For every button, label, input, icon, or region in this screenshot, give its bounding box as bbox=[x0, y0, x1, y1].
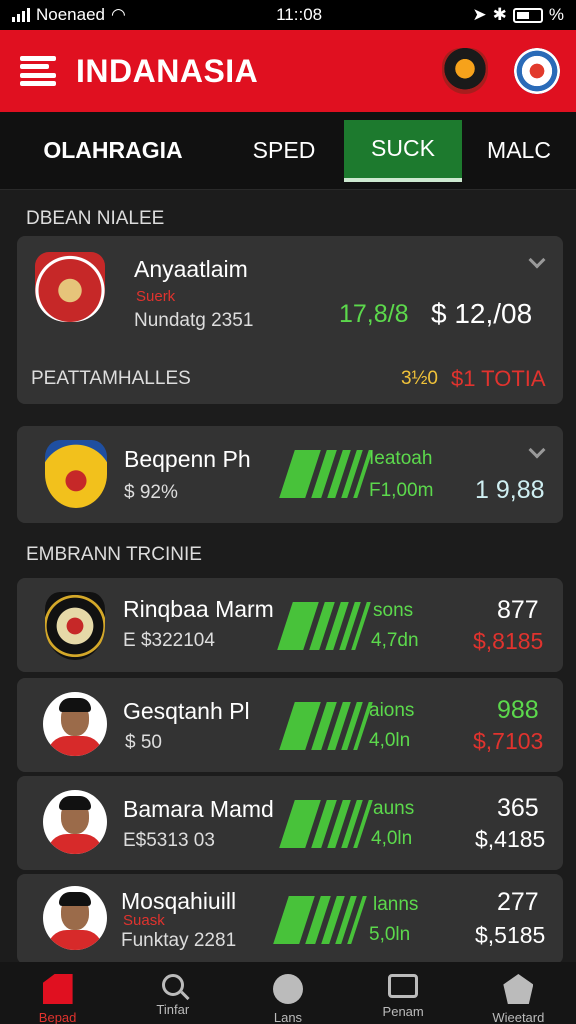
section-title-second: EMBRANN TRCINIE bbox=[26, 544, 202, 565]
tv-icon bbox=[388, 974, 419, 998]
nav-label: Lans bbox=[273, 1010, 303, 1024]
club-crest-icon bbox=[45, 440, 107, 508]
search-icon bbox=[161, 974, 184, 996]
clock-icon bbox=[272, 974, 303, 1004]
match-value: 1 9,88 bbox=[475, 476, 545, 504]
bluetooth-icon: ✱ bbox=[492, 5, 507, 24]
match-card[interactable]: Beqpenn Ph $ 92% Ieatoah F1,00m 1 9,88 bbox=[17, 426, 563, 523]
match-value: 17,8/8 bbox=[339, 300, 409, 328]
location-icon: ➤ bbox=[472, 5, 487, 24]
match-label-a: Ieatoah bbox=[369, 448, 433, 469]
match-footer-b: $1 TOTIA bbox=[451, 366, 546, 391]
club-badge-icon[interactable] bbox=[442, 48, 488, 94]
match-date: Nundatg 2351 bbox=[134, 310, 254, 331]
form-stripes bbox=[273, 896, 367, 944]
tab-suck[interactable]: SUCK bbox=[344, 119, 462, 182]
list-item[interactable]: Rinqbaa Marm E $322104 sons 4,7dn 877 $,… bbox=[17, 578, 563, 672]
nav-label: Penam bbox=[382, 1004, 424, 1019]
nav-label: Wieetard bbox=[492, 1010, 545, 1024]
match-tag: Suerk bbox=[136, 288, 176, 305]
player-score: 988 bbox=[497, 696, 539, 724]
battery-label: % bbox=[548, 5, 564, 24]
tab-sped[interactable]: SPED bbox=[226, 120, 342, 182]
form-stripes bbox=[279, 450, 373, 498]
match-price: $ 12,/08 bbox=[431, 298, 533, 329]
player-label-a: lanns bbox=[373, 894, 419, 915]
player-sub: E $322104 bbox=[123, 630, 215, 651]
match-name: Beqpenn Ph bbox=[124, 446, 251, 472]
player-label-b: 4,7dn bbox=[371, 630, 419, 651]
status-bar: Noenaed ◠ 11::08 ➤ ✱ % bbox=[0, 0, 576, 30]
player-score: 277 bbox=[497, 888, 539, 916]
section-title-first: DBEAN NIALEE bbox=[26, 208, 165, 229]
app-bar: INDANASIA bbox=[0, 30, 576, 112]
form-stripes bbox=[279, 702, 373, 750]
match-label-b: F1,00m bbox=[369, 480, 434, 501]
signal-icon bbox=[12, 8, 30, 22]
player-price: $,7103 bbox=[473, 728, 544, 754]
player-tag: Suask bbox=[123, 912, 165, 929]
player-price: $,8185 bbox=[473, 628, 544, 654]
list-item[interactable]: Mosqahiuill Suask Funktay 2281 lanns 5,0… bbox=[17, 874, 563, 964]
nav-item-tinfar[interactable]: Tinfar bbox=[123, 974, 223, 1017]
match-footer-a: 3½0 bbox=[401, 368, 438, 389]
player-sub: Funktay 2281 bbox=[121, 930, 237, 951]
nav-item-penam[interactable]: Penam bbox=[353, 974, 453, 1019]
wifi-icon: ◠ bbox=[111, 5, 126, 24]
match-sub: $ 92% bbox=[124, 482, 178, 503]
form-stripes bbox=[279, 800, 373, 848]
player-score: 365 bbox=[497, 794, 539, 822]
player-label-b: 4,0ln bbox=[369, 730, 411, 751]
list-item[interactable]: Gesqtanh Pl $ 50 aions 4,0ln 988 $,7103 bbox=[17, 678, 563, 772]
player-name: Mosqahiuill bbox=[121, 888, 237, 914]
clock: 11::08 bbox=[276, 5, 323, 24]
list-item[interactable]: Bamara Mamd E$5313 03 auns 4,0ln 365 $,4… bbox=[17, 776, 563, 870]
avatar bbox=[43, 790, 107, 854]
club-crest-icon bbox=[45, 592, 105, 660]
player-score: 877 bbox=[497, 596, 539, 624]
battery-icon bbox=[512, 7, 543, 23]
tab-olahragia[interactable]: OLAHRAGIA bbox=[0, 120, 226, 182]
app-title: INDANASIA bbox=[76, 52, 259, 89]
chevron-down-icon[interactable] bbox=[528, 441, 546, 459]
nav-item-bepad[interactable]: Bepad bbox=[8, 974, 108, 1024]
player-price: $,5185 bbox=[475, 922, 546, 948]
match-name: Anyaatlaim bbox=[134, 256, 248, 282]
menu-icon[interactable] bbox=[20, 56, 56, 86]
player-sub: E$5313 03 bbox=[123, 830, 215, 851]
player-label-a: sons bbox=[373, 600, 414, 621]
federation-badge-icon[interactable] bbox=[514, 48, 560, 94]
player-name: Bamara Mamd bbox=[123, 796, 274, 822]
chevron-down-icon[interactable] bbox=[528, 251, 546, 269]
nav-item-wieetard[interactable]: Wieetard bbox=[468, 974, 568, 1024]
player-label-b: 5,0ln bbox=[369, 924, 411, 945]
gear-icon bbox=[503, 974, 534, 1004]
nav-item-lans[interactable]: Lans bbox=[238, 974, 338, 1024]
match-footer-label: PEATTAMHALLES bbox=[31, 368, 191, 389]
home-icon bbox=[42, 974, 73, 1004]
match-card[interactable]: Anyaatlaim Suerk Nundatg 2351 17,8/8 $ 1… bbox=[17, 236, 563, 404]
tab-malc[interactable]: MALC bbox=[462, 120, 576, 182]
player-name: Gesqtanh Pl bbox=[123, 698, 250, 724]
form-stripes bbox=[277, 602, 371, 650]
player-name: Rinqbaa Marm bbox=[123, 596, 274, 622]
player-label-a: auns bbox=[373, 798, 415, 819]
tab-bar: OLAHRAGIA SPED SUCK MALC bbox=[0, 112, 576, 190]
nav-label: Bepad bbox=[38, 1010, 77, 1024]
carrier-name: Noenaed bbox=[36, 5, 106, 24]
player-sub: $ 50 bbox=[125, 732, 162, 753]
nav-label: Tinfar bbox=[156, 1002, 190, 1017]
club-crest-icon bbox=[35, 252, 105, 322]
player-label-b: 4,0ln bbox=[371, 828, 413, 849]
player-price: $,4185 bbox=[475, 826, 546, 852]
player-label-a: aions bbox=[369, 700, 415, 721]
avatar bbox=[43, 886, 107, 950]
bottom-nav: Bepad Tinfar Lans Penam Wieetard bbox=[0, 962, 576, 1024]
avatar bbox=[43, 692, 107, 756]
